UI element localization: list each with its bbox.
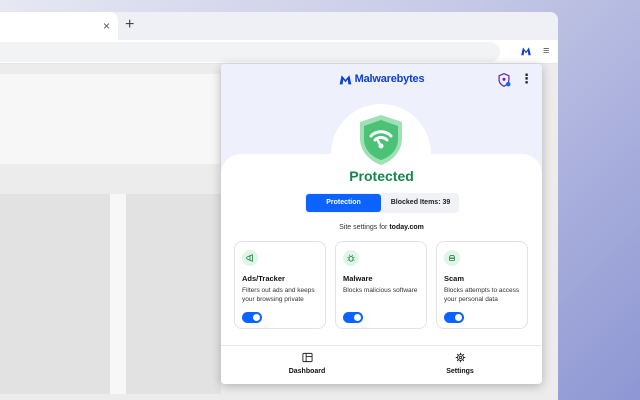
- malwarebytes-extension-icon[interactable]: [520, 45, 532, 57]
- browser-tab[interactable]: ×: [0, 12, 118, 40]
- tab-close-icon[interactable]: ×: [103, 18, 110, 34]
- new-tab-icon[interactable]: +: [125, 15, 134, 35]
- malware-toggle[interactable]: [343, 312, 363, 323]
- popup-tabs: Protection Blocked Items: 39: [305, 193, 459, 213]
- settings-gear-icon: [455, 352, 465, 363]
- card-description: Filters out ads and keeps your browsing …: [242, 287, 315, 303]
- tab-protection[interactable]: Protection: [306, 194, 381, 212]
- malwarebytes-logo-icon: [339, 74, 351, 84]
- settings-button[interactable]: Settings: [425, 352, 495, 375]
- shield-notification-icon[interactable]: [497, 73, 511, 87]
- site-domain: today.com: [389, 224, 424, 231]
- robber-icon: [444, 250, 460, 266]
- tab-strip: × +: [0, 12, 558, 40]
- site-settings-prefix: Site settings for: [339, 224, 390, 231]
- card-scam: Scam Blocks attempts to access your pers…: [436, 241, 528, 329]
- page-block: [110, 194, 126, 394]
- card-title: Scam: [444, 274, 465, 283]
- card-description: Blocks attempts to access your personal …: [444, 287, 520, 303]
- page-block: [126, 194, 221, 394]
- tab-blocked-items[interactable]: Blocked Items: 39: [383, 194, 458, 212]
- page-block: [0, 74, 220, 164]
- toggle-knob: [253, 314, 260, 321]
- popup-footer: Dashboard Settings: [221, 345, 542, 384]
- browser-menu-icon[interactable]: ≡: [543, 45, 549, 57]
- dashboard-label: Dashboard: [288, 368, 326, 375]
- address-bar[interactable]: [0, 42, 500, 62]
- card-malware: Malware Blocks malicious software: [335, 241, 427, 329]
- brand-logo: Malwarebytes: [221, 73, 542, 85]
- settings-label: Settings: [446, 368, 474, 375]
- card-description: Blocks malicious software: [343, 287, 418, 294]
- ads-tracker-toggle[interactable]: [242, 312, 262, 323]
- site-settings-label: Site settings for today.com: [221, 224, 542, 231]
- card-title: Malware: [343, 274, 373, 283]
- toggle-knob: [354, 314, 361, 321]
- card-ads-tracker: Ads/Tracker Filters out ads and keeps yo…: [234, 241, 326, 329]
- dashboard-icon: [301, 352, 313, 363]
- browser-toolbar: ≡: [0, 40, 558, 64]
- page-block: [0, 194, 110, 394]
- dashboard-button[interactable]: Dashboard: [272, 352, 342, 375]
- megaphone-icon: [242, 250, 258, 266]
- toggle-knob: [455, 314, 462, 321]
- scam-toggle[interactable]: [444, 312, 464, 323]
- bug-icon: [343, 250, 359, 266]
- malwarebytes-popup: Malwarebytes ⋮ Protected Protection Bloc…: [221, 64, 542, 384]
- card-title: Ads/Tracker: [242, 274, 285, 283]
- protected-shield-icon: [360, 115, 402, 165]
- protection-status: Protected: [349, 168, 414, 184]
- brand-name: Malwarebytes: [354, 73, 425, 86]
- more-options-icon[interactable]: ⋮: [520, 72, 533, 86]
